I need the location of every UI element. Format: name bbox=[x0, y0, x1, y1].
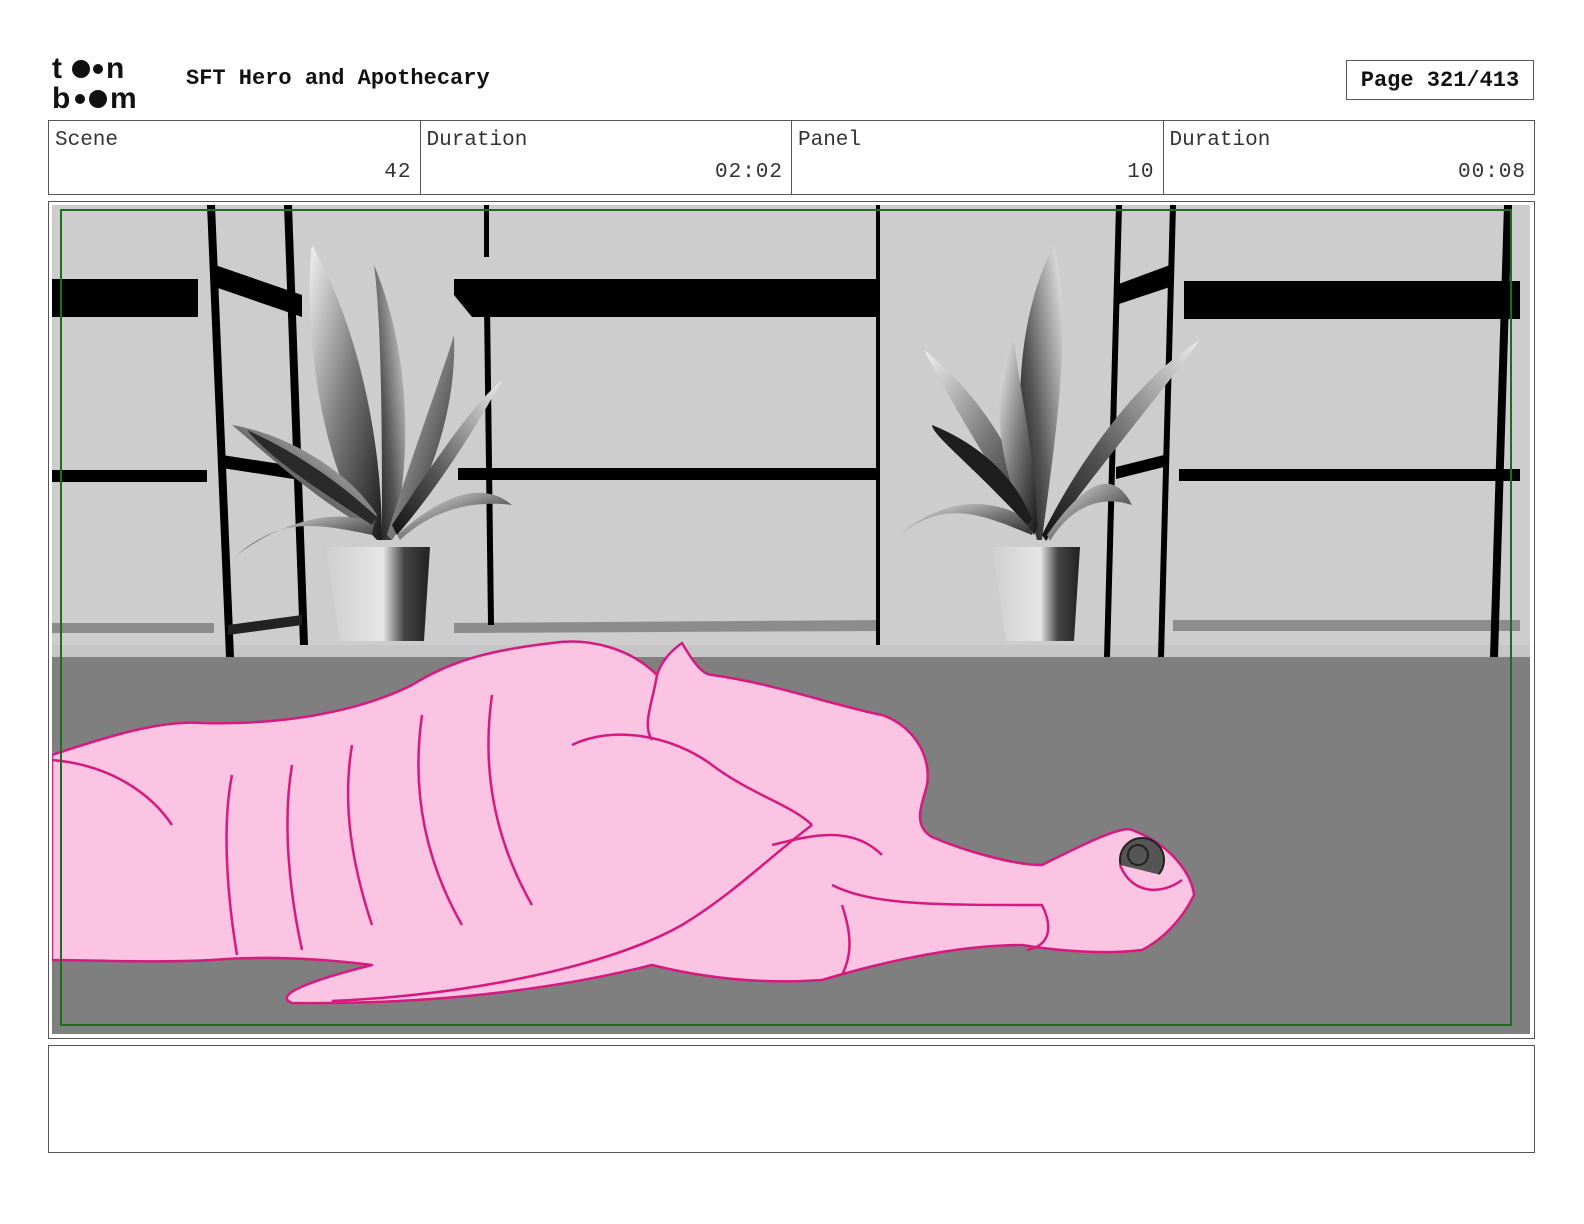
panel-number: 10 bbox=[1127, 161, 1155, 184]
project-title: SFT Hero and Apothecary bbox=[186, 66, 490, 91]
panel-duration-label: Duration bbox=[1169, 129, 1271, 152]
panel-artwork bbox=[52, 205, 1530, 1034]
logo-dot bbox=[72, 60, 90, 78]
panel-duration-cell: Duration 00:08 bbox=[1164, 121, 1535, 194]
scene-number: 42 bbox=[384, 161, 412, 184]
floor-edge bbox=[52, 645, 1530, 657]
pot-left bbox=[326, 547, 430, 641]
logo-dot bbox=[75, 94, 85, 104]
scene-duration-cell: Duration 02:02 bbox=[421, 121, 792, 194]
scene-duration-value: 02:02 bbox=[714, 161, 783, 184]
scene-info-row: Scene 42 Duration 02:02 Panel 10 Duratio… bbox=[48, 120, 1535, 195]
storyboard-panel bbox=[48, 201, 1535, 1039]
panel-cell: Panel 10 bbox=[792, 121, 1164, 194]
logo-letter-m: m bbox=[110, 82, 137, 112]
logo-letter-n: n bbox=[106, 52, 124, 85]
scene-label: Scene bbox=[55, 129, 119, 152]
logo-letter-b: b bbox=[52, 82, 70, 112]
toon-boom-logo: t n b m bbox=[52, 52, 137, 112]
page-indicator: Page 321/413 bbox=[1346, 60, 1534, 100]
logo-dot bbox=[93, 64, 103, 74]
scene-cell: Scene 42 bbox=[49, 121, 421, 194]
back-wall bbox=[52, 205, 1530, 660]
panel-label: Panel bbox=[798, 129, 862, 152]
logo-dot bbox=[89, 90, 107, 108]
panel-duration-value: 00:08 bbox=[1457, 161, 1526, 184]
logo-letter-t: t bbox=[52, 52, 62, 85]
page-label: Page bbox=[1360, 67, 1414, 93]
panel-notes bbox=[48, 1045, 1535, 1153]
pot-right bbox=[992, 547, 1080, 641]
scene-duration-label: Duration bbox=[426, 129, 528, 152]
page-number: 321/413 bbox=[1426, 67, 1520, 93]
